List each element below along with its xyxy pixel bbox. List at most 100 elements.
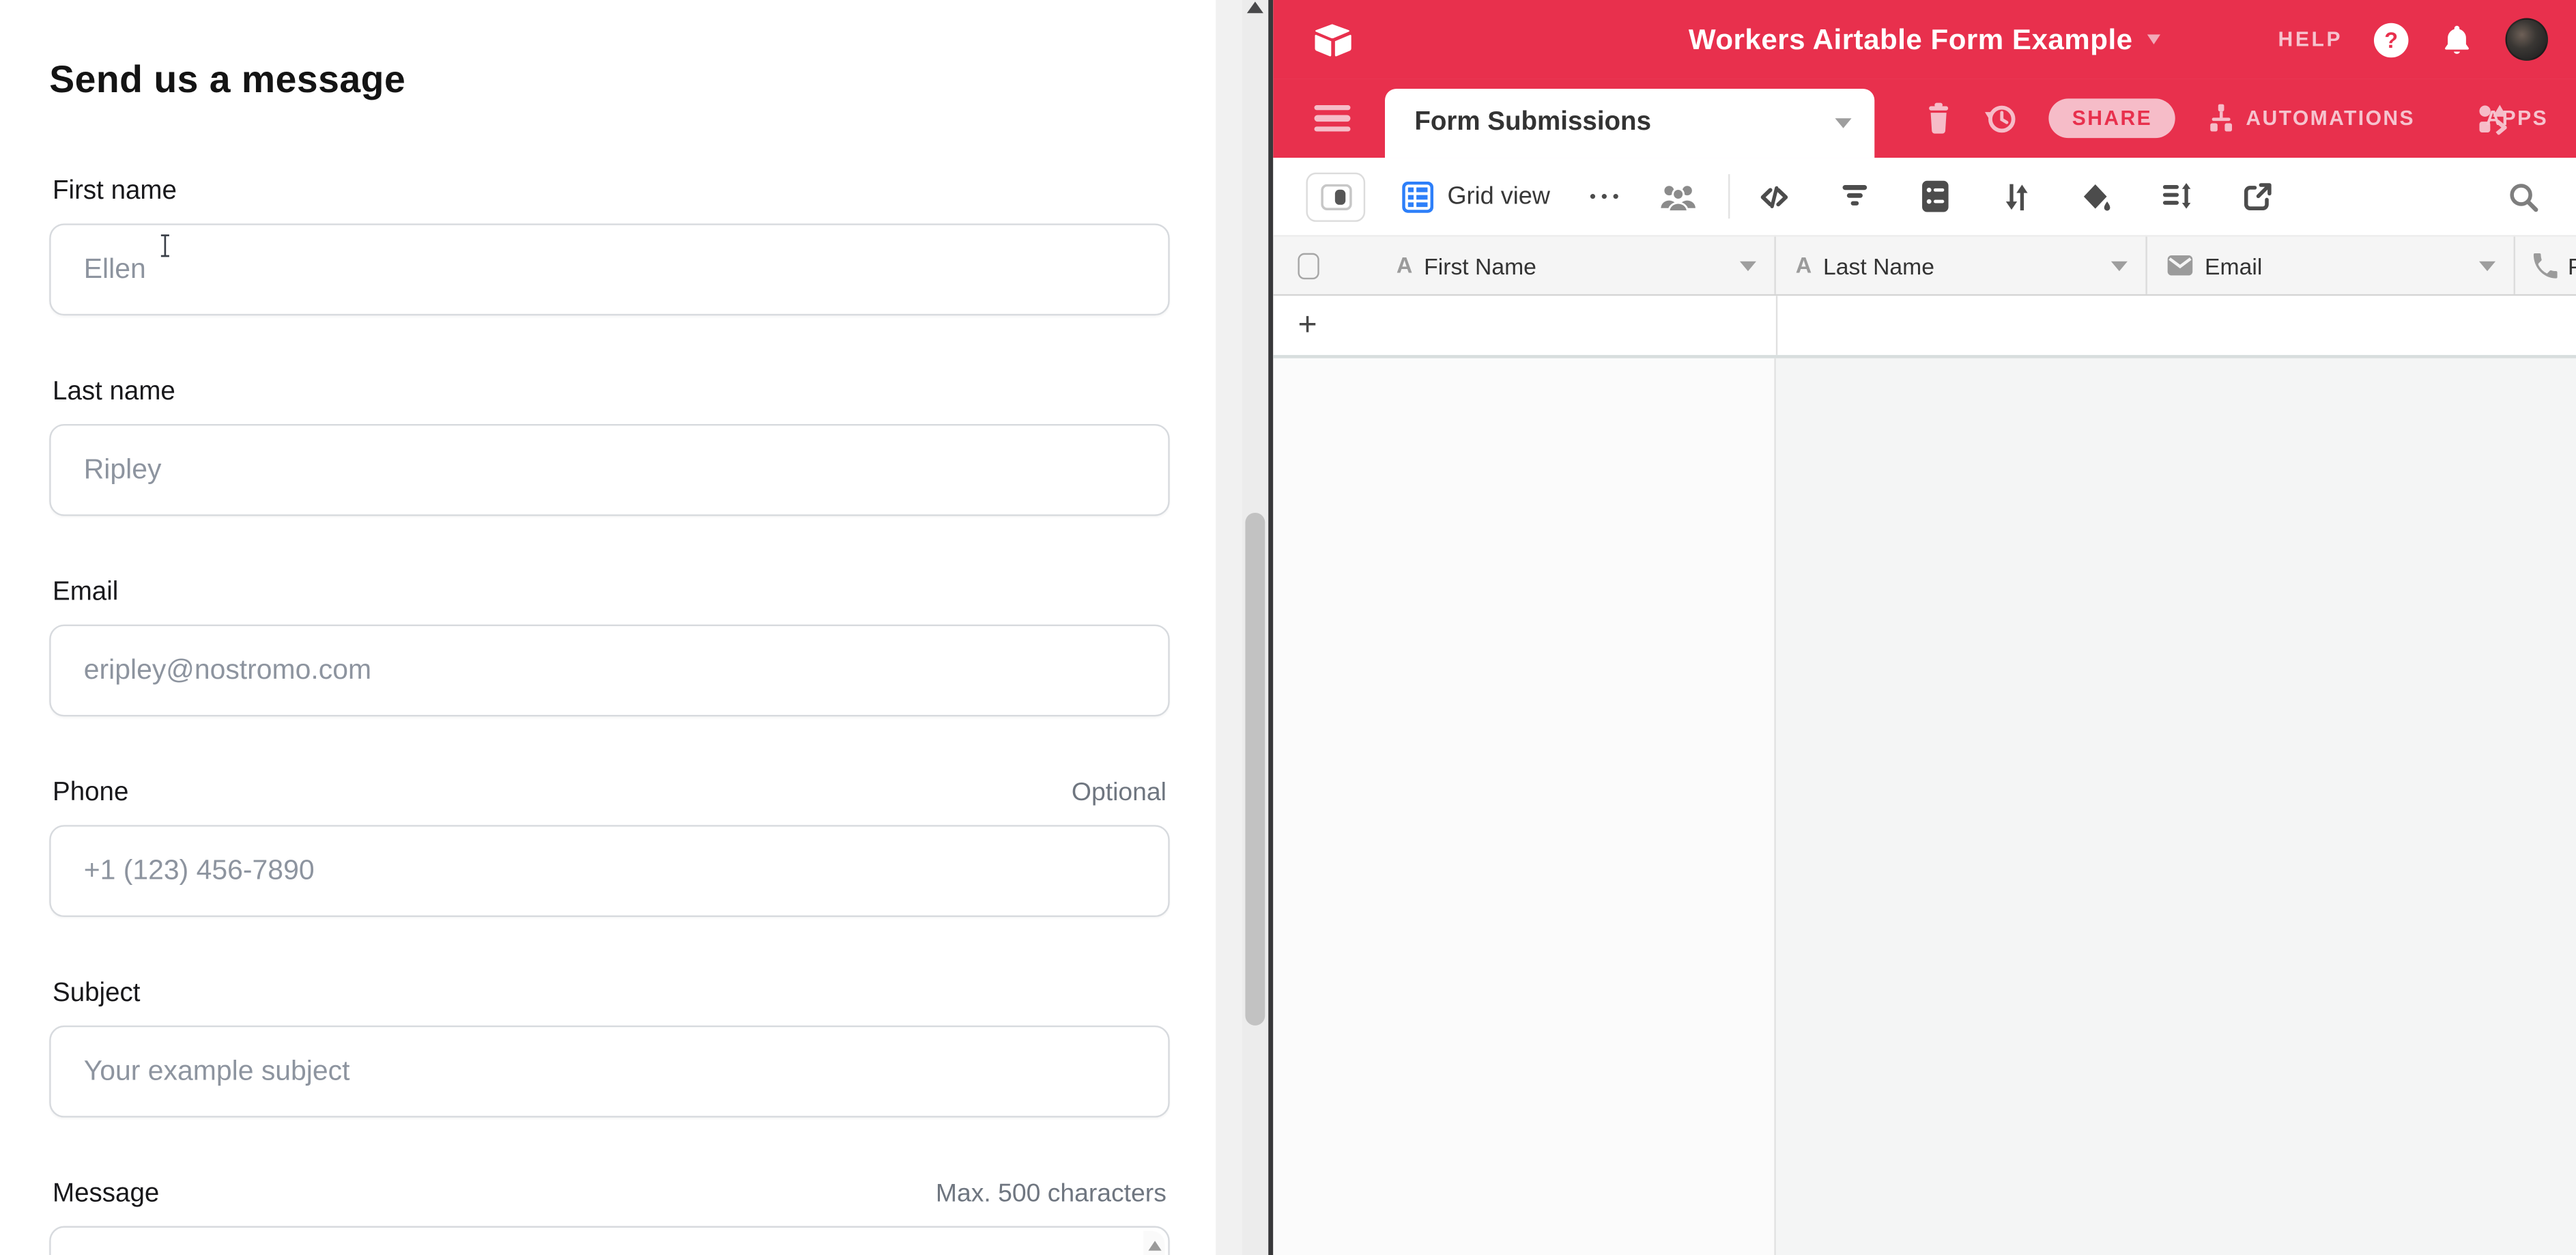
share-button[interactable]: SHARE (2049, 98, 2175, 138)
view-options-ellipsis-icon[interactable] (1590, 193, 1619, 199)
field-last-name: Last name (49, 376, 1167, 516)
view-name-label: Grid view (1447, 182, 1549, 210)
page-scrollbar[interactable] (1242, 0, 1269, 1255)
column-header-email[interactable]: Email (2147, 237, 2515, 294)
email-label: Email (49, 577, 118, 610)
search-button[interactable] (2507, 180, 2540, 213)
form-heading: Send us a message (49, 56, 1167, 102)
filter-button[interactable] (1839, 181, 1872, 212)
first-name-label: First name (49, 176, 177, 209)
contact-form-pane: Send us a message First name Last name E… (0, 0, 1216, 1255)
page-scrollbar-thumb[interactable] (1245, 513, 1265, 1026)
group-icon (1921, 179, 1950, 214)
grid-body-first-column-area (1273, 358, 1776, 1255)
column-chevron-down-icon[interactable] (2111, 260, 2128, 270)
grid-view-icon (1401, 180, 1434, 213)
color-paint-icon (2080, 180, 2113, 213)
column-divider (1776, 296, 1777, 355)
grid-column-headers: A First Name A Last Name Email (1273, 235, 2576, 296)
sort-icon (2003, 180, 2031, 213)
share-view-icon (2242, 180, 2274, 213)
screen: Send us a message First name Last name E… (0, 0, 2576, 1255)
toolbar-divider (1729, 174, 1730, 218)
notifications-bell-icon[interactable] (2439, 22, 2474, 57)
column-chevron-down-icon[interactable] (1740, 260, 1756, 270)
automations-icon[interactable] (2205, 104, 2237, 133)
textarea-scroll-up-icon[interactable] (1147, 1241, 1160, 1250)
add-record-row[interactable]: + (1273, 296, 2576, 358)
table-tab-chevron-down-icon[interactable] (1835, 118, 1851, 128)
airtable-logo-icon (1315, 22, 1354, 57)
account-avatar[interactable] (2506, 18, 2549, 61)
views-sidebar-toggle-button[interactable] (1306, 172, 1365, 221)
last-name-input[interactable] (49, 424, 1169, 516)
message-maxchars-hint: Max. 500 characters (936, 1179, 1167, 1211)
email-field[interactable] (49, 625, 1169, 717)
search-icon (2507, 180, 2540, 213)
textarea-scrollbar[interactable] (1143, 1231, 1164, 1255)
automations-button[interactable]: AUTOMATIONS (2246, 107, 2415, 130)
row-height-button[interactable] (2161, 181, 2194, 212)
scroll-up-arrow-icon[interactable] (1247, 1, 1263, 13)
column-header-first-name[interactable]: A First Name (1273, 237, 1776, 294)
window-scroll-gutter (1216, 0, 1242, 1255)
airtable-window: Workers Airtable Form Example HELP ? (1273, 0, 2576, 1255)
hide-fields-button[interactable] (1758, 180, 1791, 213)
first-name-input[interactable] (49, 223, 1169, 315)
group-button[interactable] (1919, 179, 1952, 214)
field-subject: Subject (49, 978, 1167, 1118)
column-name: Last Name (1823, 252, 1934, 279)
field-email: Email (49, 577, 1167, 717)
phone-field-type-icon (2532, 252, 2558, 279)
text-cursor-ibeam (158, 234, 173, 258)
subject-input[interactable] (49, 1026, 1169, 1118)
base-title-chevron-down-icon[interactable] (2147, 35, 2160, 44)
base-title[interactable]: Workers Airtable Form Example (1689, 22, 2133, 57)
text-field-type-icon: A (1397, 253, 1412, 278)
column-name: First Name (1424, 252, 1536, 279)
filter-funnel-icon (1839, 181, 1872, 212)
subject-label: Subject (49, 978, 140, 1011)
row-height-icon (2161, 181, 2194, 212)
last-name-label: Last name (49, 376, 175, 409)
grid-body (1273, 358, 2576, 1255)
views-sidebar-toggle-icon (1320, 183, 1351, 210)
column-header-last-name[interactable]: A Last Name (1776, 237, 2147, 294)
phone-optional-hint: Optional (1072, 777, 1167, 810)
window-gap (1268, 0, 1273, 1255)
grid-body-background (1776, 358, 2576, 1255)
phone-label: Phone (49, 777, 128, 810)
tab-form-submissions[interactable]: Form Submissions (1385, 89, 1874, 158)
apps-button[interactable]: APPS (2486, 107, 2549, 130)
help-button[interactable]: HELP (2278, 28, 2343, 51)
hide-fields-icon (1758, 180, 1791, 213)
field-message: Message Max. 500 characters Tenetur opti… (49, 1179, 1167, 1255)
text-field-type-icon: A (1796, 253, 1812, 278)
column-name: P (2568, 252, 2576, 279)
message-textarea[interactable]: Tenetur optio quaerat expedita vero et i… (49, 1226, 1169, 1255)
color-button[interactable] (2080, 180, 2113, 213)
trash-icon[interactable] (1924, 102, 1954, 135)
share-view-button[interactable] (2242, 180, 2274, 213)
message-placeholder: Tenetur optio quaerat expedita vero et i… (84, 1252, 892, 1255)
sort-button[interactable] (2000, 180, 2033, 213)
column-name: Email (2205, 252, 2262, 279)
view-toolbar: Grid view (1273, 158, 2576, 235)
column-header-phone[interactable]: P (2515, 237, 2576, 294)
table-menu-hamburger-icon[interactable] (1315, 104, 1351, 132)
message-label: Message (49, 1179, 159, 1211)
history-icon[interactable] (1984, 101, 2020, 136)
field-first-name: First name (49, 176, 1167, 316)
column-chevron-down-icon[interactable] (2479, 260, 2495, 270)
view-switcher[interactable]: Grid view (1401, 180, 1550, 213)
select-all-checkbox[interactable] (1298, 252, 1319, 279)
collaborators-icon[interactable] (1660, 181, 1698, 212)
airtable-header: Workers Airtable Form Example HELP ? (1273, 0, 2576, 79)
add-record-plus-icon[interactable]: + (1298, 309, 1317, 341)
airtable-tabbar: Form Submissions SHARE (1273, 79, 2576, 158)
help-question-icon[interactable]: ? (2374, 22, 2409, 57)
table-tab-label: Form Submissions (1414, 109, 1835, 138)
field-phone: Phone Optional (49, 777, 1167, 917)
phone-field[interactable] (49, 825, 1169, 917)
email-field-type-icon (2167, 255, 2194, 276)
